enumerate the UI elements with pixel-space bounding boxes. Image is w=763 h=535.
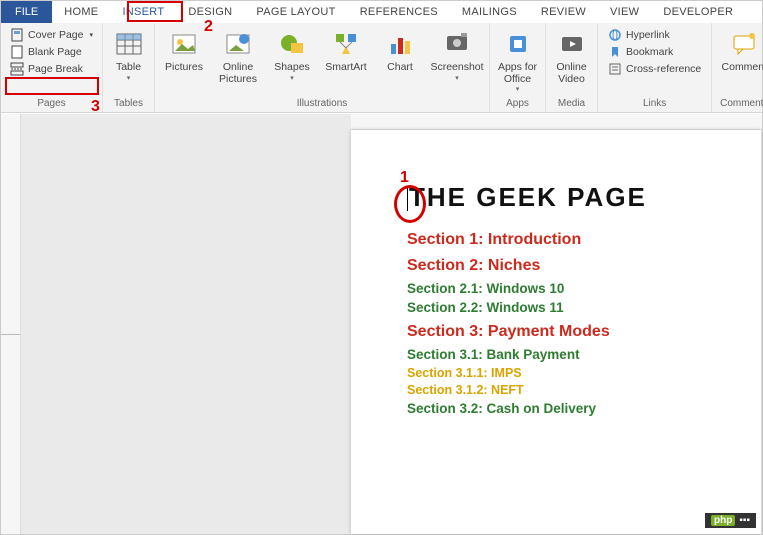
group-comments: Comment Comments	[712, 23, 763, 112]
group-label-illustrations: Illustrations	[297, 96, 348, 112]
shapes-label: Shapes	[274, 62, 310, 74]
cover-page-icon	[10, 28, 24, 42]
table-icon	[113, 28, 145, 60]
ribbon: Cover Page ▾ Blank Page Page Break Pages…	[1, 23, 762, 113]
blank-page-label: Blank Page	[28, 46, 82, 58]
online-pictures-label: Online Pictures	[219, 62, 257, 85]
doc-heading: Section 1: Introduction	[407, 231, 761, 249]
doc-heading: Section 3.2: Cash on Delivery	[407, 401, 761, 416]
video-icon	[556, 28, 588, 60]
doc-heading: Section 2: Niches	[407, 257, 761, 275]
dropdown-icon: ▾	[127, 74, 131, 82]
group-links: Hyperlink Bookmark Cross-reference Links	[598, 23, 712, 112]
dropdown-icon: ▾	[455, 74, 459, 82]
online-pictures-icon	[222, 28, 254, 60]
tab-view[interactable]: VIEW	[598, 1, 651, 23]
online-video-label: Online Video	[556, 62, 586, 85]
apps-for-office-button[interactable]: Apps for Office ▾	[492, 25, 544, 93]
pictures-icon	[168, 28, 200, 60]
doc-heading: Section 2.2: Windows 11	[407, 300, 761, 315]
apps-icon	[502, 28, 534, 60]
page-break-label: Page Break	[28, 63, 83, 75]
table-label: Table	[116, 62, 141, 74]
cross-reference-icon	[608, 62, 622, 76]
dropdown-icon: ▾	[89, 31, 93, 39]
watermark: php ▪▪▪	[705, 513, 756, 528]
cross-reference-button[interactable]: Cross-reference	[604, 61, 705, 77]
screenshot-label: Screenshot	[430, 62, 483, 74]
group-label-apps: Apps	[506, 96, 529, 112]
menu-bar: FILE HOME INSERT DESIGN PAGE LAYOUT REFE…	[1, 1, 762, 23]
cover-page-label: Cover Page	[28, 29, 83, 41]
group-label-comments: Comments	[720, 96, 763, 112]
group-pages: Cover Page ▾ Blank Page Page Break Pages	[1, 23, 103, 112]
doc-heading: Section 3.1.1: IMPS	[407, 366, 761, 380]
doc-heading: Section 3.1: Bank Payment	[407, 347, 761, 362]
doc-heading: Section 3.1.2: NEFT	[407, 383, 761, 397]
group-label-media: Media	[558, 96, 585, 112]
table-button[interactable]: Table ▾	[104, 25, 154, 82]
group-illustrations: Pictures Online Pictures Shapes ▾ SmartA…	[155, 23, 490, 112]
tab-mailings[interactable]: MAILINGS	[450, 1, 529, 23]
watermark-rest: ▪▪▪	[739, 515, 750, 526]
tab-design[interactable]: DESIGN	[176, 1, 244, 23]
vertical-ruler[interactable]	[1, 114, 21, 534]
text-cursor	[407, 187, 408, 211]
group-tables: Table ▾ Tables	[103, 23, 155, 112]
tab-page-layout[interactable]: PAGE LAYOUT	[244, 1, 347, 23]
horizontal-ruler[interactable]	[351, 114, 762, 130]
cross-reference-label: Cross-reference	[626, 63, 701, 75]
chart-button[interactable]: Chart	[375, 25, 425, 74]
page-break-icon	[10, 62, 24, 76]
chart-label: Chart	[387, 62, 413, 74]
tab-references[interactable]: REFERENCES	[348, 1, 450, 23]
group-label-pages: Pages	[37, 96, 65, 112]
watermark-brand: php	[711, 515, 735, 526]
smartart-icon	[330, 28, 362, 60]
screenshot-icon	[441, 28, 473, 60]
online-video-button[interactable]: Online Video	[547, 25, 597, 85]
shapes-button[interactable]: Shapes ▾	[267, 25, 317, 82]
online-pictures-button[interactable]: Online Pictures	[213, 25, 263, 85]
blank-page-icon	[10, 45, 24, 59]
dropdown-icon: ▾	[516, 85, 520, 93]
dropdown-icon: ▾	[290, 74, 294, 82]
tab-developer[interactable]: DEVELOPER	[651, 1, 745, 23]
smartart-label: SmartArt	[325, 62, 366, 74]
pictures-label: Pictures	[165, 62, 203, 74]
group-label-links: Links	[643, 96, 666, 112]
tab-review[interactable]: REVIEW	[529, 1, 598, 23]
shapes-icon	[276, 28, 308, 60]
page-break-button[interactable]: Page Break	[6, 61, 97, 77]
hyperlink-button[interactable]: Hyperlink	[604, 27, 705, 43]
document-page[interactable]: THE GEEK PAGE Section 1: Introduction Sec…	[351, 130, 761, 534]
bookmark-button[interactable]: Bookmark	[604, 44, 705, 60]
group-apps: Apps for Office ▾ Apps	[490, 23, 546, 112]
hyperlink-icon	[608, 28, 622, 42]
apps-label: Apps for Office	[498, 62, 537, 85]
hyperlink-label: Hyperlink	[626, 29, 670, 41]
blank-page-button[interactable]: Blank Page	[6, 44, 97, 60]
tab-home[interactable]: HOME	[52, 1, 110, 23]
group-media: Online Video Media	[546, 23, 598, 112]
document-area: THE GEEK PAGE Section 1: Introduction Sec…	[1, 114, 762, 534]
chart-icon	[384, 28, 416, 60]
cover-page-button[interactable]: Cover Page ▾	[6, 27, 97, 43]
page-title: THE GEEK PAGE	[407, 182, 761, 213]
tab-insert[interactable]: INSERT	[110, 1, 176, 23]
comment-button[interactable]: Comment	[715, 25, 763, 74]
comment-icon	[728, 28, 760, 60]
file-tab[interactable]: FILE	[1, 1, 52, 23]
doc-heading: Section 3: Payment Modes	[407, 323, 761, 341]
comment-label: Comment	[722, 62, 763, 74]
smartart-button[interactable]: SmartArt	[321, 25, 371, 74]
bookmark-icon	[608, 45, 622, 59]
screenshot-button[interactable]: Screenshot ▾	[429, 25, 485, 82]
bookmark-label: Bookmark	[626, 46, 673, 58]
group-label-tables: Tables	[114, 96, 143, 112]
doc-heading: Section 2.1: Windows 10	[407, 281, 761, 296]
pictures-button[interactable]: Pictures	[159, 25, 209, 74]
